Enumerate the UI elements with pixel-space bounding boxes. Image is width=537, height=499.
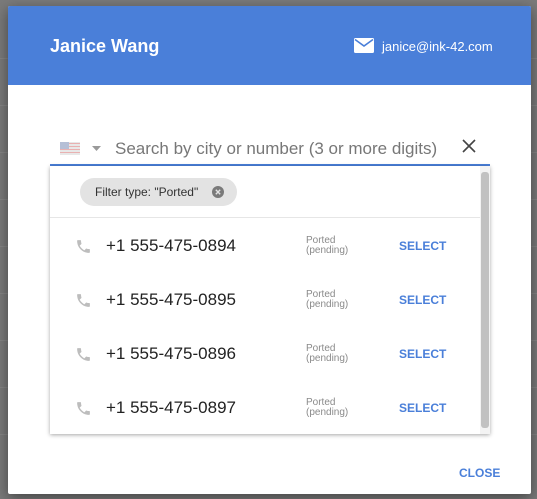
status-detail: (pending) [306,407,349,418]
status-detail: (pending) [306,299,349,310]
search-input[interactable] [115,136,460,162]
number-status: Ported (pending) [306,398,366,418]
phone-icon [77,348,90,361]
phone-icon [77,402,90,415]
phone-number: +1 555-475-0896 [106,344,236,363]
number-status: Ported (pending) [306,236,366,256]
number-row[interactable]: +1 555-475-0897 Ported (pending) SELECT [50,380,480,434]
chip-close-icon[interactable] [212,186,224,198]
select-button[interactable]: SELECT [399,347,446,361]
close-button[interactable]: CLOSE [459,466,500,480]
phone-number: +1 555-475-0894 [106,236,236,255]
number-status: Ported (pending) [306,290,366,310]
filter-chip[interactable]: Filter type: "Ported" [80,178,237,206]
number-picker-dialog: Janice Wang janice@ink-42.com Filter typ… [8,6,531,494]
scrollbar-thumb[interactable] [481,172,489,428]
results-scrollbar[interactable] [480,166,490,434]
select-button[interactable]: SELECT [399,293,446,307]
number-row[interactable]: +1 555-475-0896 Ported (pending) SELECT [50,326,480,380]
filter-chip-label: Filter type: "Ported" [95,185,199,199]
phone-number: +1 555-475-0897 [106,398,236,417]
chevron-down-icon[interactable] [92,146,101,151]
status-detail: (pending) [306,353,349,364]
phone-number: +1 555-475-0895 [106,290,236,309]
number-row[interactable]: +1 555-475-0895 Ported (pending) SELECT [50,272,480,326]
select-button[interactable]: SELECT [399,239,446,253]
number-status: Ported (pending) [306,344,366,364]
phone-icon [77,294,90,307]
number-row[interactable]: +1 555-475-0894 Ported (pending) SELECT [50,218,480,272]
number-search-bar [50,136,490,166]
close-icon[interactable] [462,139,476,153]
us-flag-icon[interactable] [60,142,80,155]
phone-icon [77,240,90,253]
status-detail: (pending) [306,245,349,256]
user-name: Janice Wang [50,36,160,56]
select-button[interactable]: SELECT [399,401,446,415]
results-dropdown: Filter type: "Ported" +1 555-475-0894 Po… [50,166,490,434]
user-email: janice@ink-42.com [382,39,493,54]
dialog-header: Janice Wang janice@ink-42.com [8,6,531,85]
mail-icon [354,38,374,53]
